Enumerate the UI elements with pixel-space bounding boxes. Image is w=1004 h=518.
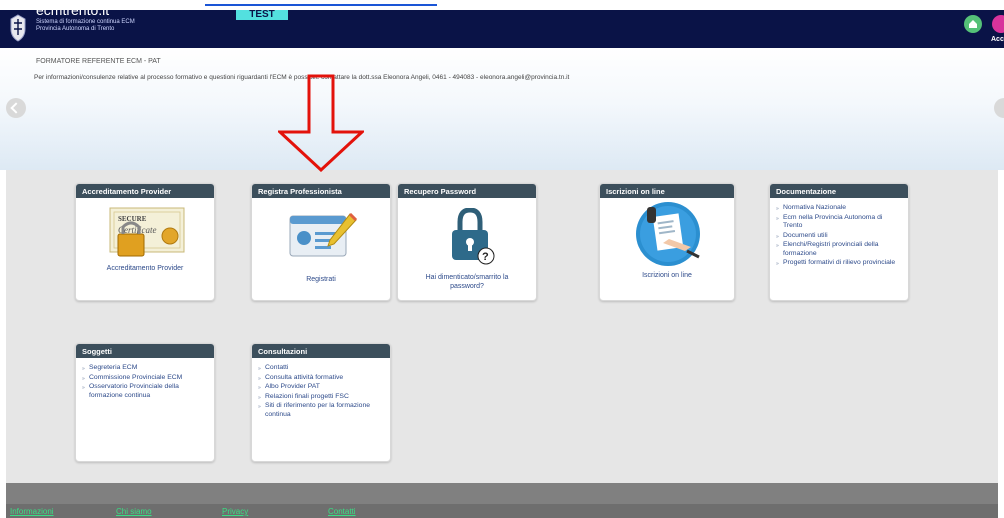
test-badge: TEST — [236, 10, 288, 20]
card-caption[interactable]: Iscrizioni on line — [600, 271, 734, 280]
card-soggetti: Soggetti Segreteria ECM Commissione Prov… — [75, 343, 215, 462]
header-bar: ecmtrento.it Sistema di formazione conti… — [0, 2, 1004, 48]
list-item[interactable]: Siti di riferimento per la formazione co… — [258, 402, 385, 419]
card-title: Registra Professionista — [258, 187, 342, 196]
list-item[interactable]: Segreteria ECM — [82, 364, 209, 373]
footer-link-informazioni[interactable]: Informazioni — [10, 507, 54, 516]
annotation-arrow-icon — [278, 74, 364, 172]
card-header: Documentazione — [770, 184, 908, 198]
card-documentazione: Documentazione Normativa Nazionale Ecm n… — [769, 183, 909, 301]
main-area: Accreditamento Provider SECURE Certifica… — [6, 170, 998, 483]
list-item[interactable]: Elenchi/Registri provinciali della forma… — [776, 241, 903, 258]
list-item[interactable]: Progetti formativi di rilievo provincial… — [776, 259, 903, 268]
site-subtitle-line-2: Provincia Autonoma di Trento — [36, 26, 115, 32]
referente-title: FORMATORE REFERENTE ECM - PAT — [36, 58, 161, 65]
home-glyph-icon — [969, 20, 977, 28]
list-item[interactable]: Albo Provider PAT — [258, 383, 385, 392]
card-accreditamento-provider[interactable]: Accreditamento Provider SECURE Certifica… — [75, 183, 215, 301]
card-caption[interactable]: Hai dimenticato/smarrito la password? — [398, 273, 536, 291]
list-item[interactable]: Ecm nella Provincia Autonoma di Trento — [776, 214, 903, 231]
padlock-icon: ? — [452, 208, 495, 265]
card-title: Accreditamento Provider — [82, 187, 172, 196]
card-caption-line-1: Hai dimenticato/smarrito la — [425, 274, 509, 281]
carousel-next-icon[interactable] — [994, 98, 1004, 118]
certificate-icon: SECURE Certificate — [109, 207, 185, 257]
card-header: Registra Professionista — [252, 184, 390, 198]
card-caption[interactable]: Registrati — [252, 275, 390, 284]
truncated-link-underline — [205, 0, 437, 6]
card-iscrizioni-on-line[interactable]: Iscrizioni on line Iscrizioni on line — [599, 183, 735, 301]
list-item[interactable]: Commissione Provinciale ECM — [82, 374, 209, 383]
card-header: Accreditamento Provider — [76, 184, 214, 198]
documentazione-list: Normativa Nazionale Ecm nella Provincia … — [770, 198, 908, 268]
list-item[interactable]: Consulta attività formative — [258, 374, 385, 383]
user-account-icon[interactable] — [992, 15, 1004, 33]
card-title: Documentazione — [776, 187, 837, 196]
footer-link-privacy[interactable]: Privacy — [222, 507, 248, 516]
card-header: Soggetti — [76, 344, 214, 358]
account-label[interactable]: Acc — [991, 36, 1004, 43]
home-icon[interactable] — [964, 15, 982, 33]
list-item[interactable]: Contatti — [258, 364, 385, 373]
list-item[interactable]: Osservatorio Provinciale della formazion… — [82, 383, 209, 400]
list-item[interactable]: Documenti utili — [776, 232, 903, 241]
card-recupero-password[interactable]: Recupero Password ? Hai dimenticato/smar… — [397, 183, 537, 301]
coat-of-arms-icon[interactable] — [8, 13, 28, 43]
card-title: Soggetti — [82, 347, 112, 356]
card-caption-line-2: password? — [450, 283, 484, 290]
svg-text:?: ? — [482, 251, 489, 263]
card-consultazioni: Consultazioni Contatti Consulta attività… — [251, 343, 391, 462]
list-item[interactable]: Relazioni finali progetti FSC — [258, 393, 385, 402]
card-title: Iscrizioni on line — [606, 187, 665, 196]
card-header: Consultazioni — [252, 344, 390, 358]
site-subtitle-line-1: Sistema di formazione continua ECM — [36, 19, 135, 25]
card-title: Recupero Password — [404, 187, 477, 196]
card-registra-professionista[interactable]: Registra Professionista Registrati — [251, 183, 391, 301]
card-header: Iscrizioni on line — [600, 184, 734, 198]
top-strip — [0, 0, 1004, 10]
hero-banner: FORMATORE REFERENTE ECM - PAT Per inform… — [0, 48, 1004, 170]
site-name[interactable]: ecmtrento.it — [36, 2, 109, 18]
footer-link-chi-siamo[interactable]: Chi siamo — [116, 507, 152, 516]
signing-document-icon — [636, 202, 700, 266]
card-title: Consultazioni — [258, 347, 308, 356]
footer-bar — [6, 483, 998, 504]
soggetti-list: Segreteria ECM Commissione Provinciale E… — [76, 358, 214, 400]
id-card-icon — [289, 212, 358, 257]
card-header: Recupero Password — [398, 184, 536, 198]
list-item[interactable]: Normativa Nazionale — [776, 204, 903, 213]
footer-link-contatti[interactable]: Contatti — [328, 507, 356, 516]
site-subtitle: Sistema di formazione continua ECM Provi… — [36, 19, 135, 33]
consultazioni-list: Contatti Consulta attività formative Alb… — [252, 358, 390, 419]
footer-links: Informazioni Chi siamo Privacy Contatti — [6, 504, 998, 518]
card-caption[interactable]: Accreditamento Provider — [76, 264, 214, 273]
carousel-prev-icon[interactable] — [6, 98, 26, 118]
